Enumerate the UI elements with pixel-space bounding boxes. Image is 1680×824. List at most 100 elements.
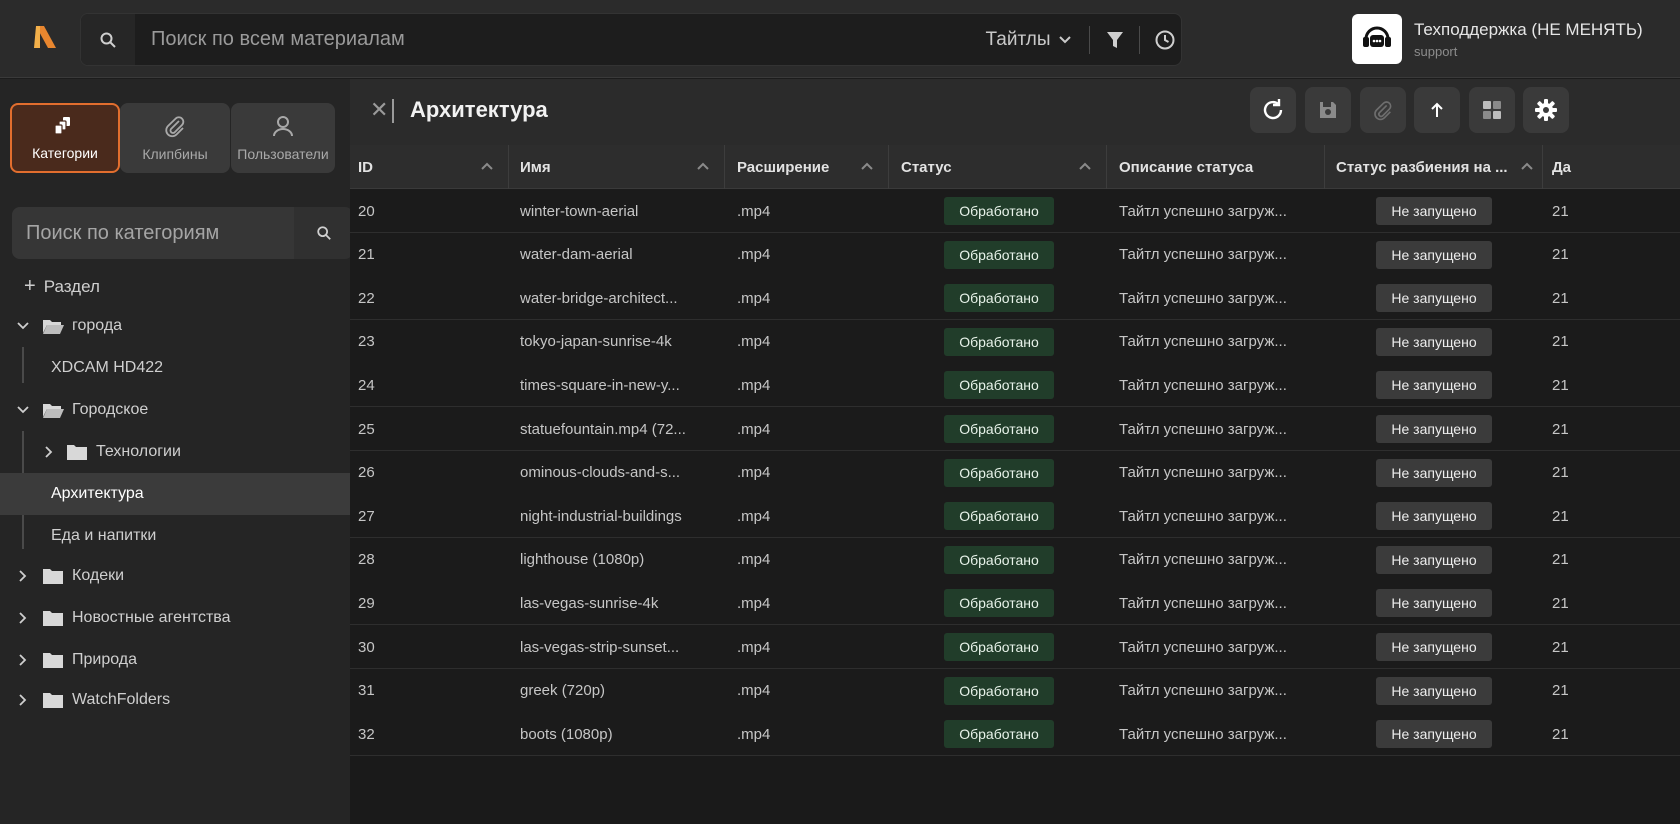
table-row[interactable]: 23 tokyo-japan-sunrise-4k .mp4 Тайтл успешн…	[350, 319, 1680, 364]
cell-status-description: Тайтл успешно загруж...	[1119, 333, 1287, 351]
column-header-extension[interactable]: Расширение	[724, 145, 888, 189]
cell-status-description: Тайтл успешно загруж...	[1119, 246, 1287, 264]
column-header-id[interactable]: ID	[350, 145, 508, 189]
tree-item[interactable]: города	[0, 305, 362, 347]
paperclip-icon	[165, 116, 185, 138]
column-header-name[interactable]: Имя	[508, 145, 724, 189]
chevron-right-icon[interactable]	[16, 653, 30, 667]
cell-extension: .mp4	[737, 376, 771, 394]
table-row[interactable]: 22 water-bridge-architect... .mp4 Тайтл усп…	[350, 276, 1680, 321]
history-clock-icon[interactable]	[1141, 14, 1181, 65]
tree-item-label: Технологии	[96, 443, 181, 460]
cell-date: 21	[1552, 507, 1569, 525]
status-badge: Обработано	[944, 240, 1054, 269]
column-header-date[interactable]: Да	[1542, 145, 1680, 189]
cell-name: las-vegas-sunrise-4k	[520, 594, 659, 612]
tree-item-label: Природа	[72, 651, 138, 668]
sort-chevron-icon[interactable]	[480, 161, 494, 171]
column-header-status[interactable]: Статус	[888, 145, 1106, 189]
global-search-input[interactable]	[151, 14, 1031, 65]
cell-extension: .mp4	[737, 333, 771, 351]
cell-extension: .mp4	[737, 638, 771, 656]
chevron-down-icon[interactable]	[16, 403, 30, 417]
table-row[interactable]: 31 greek (720p) .mp4 Тайтл успешно загруж..…	[350, 668, 1680, 713]
tree-item[interactable]: Новостные агентства	[0, 597, 362, 639]
save-button[interactable]	[1305, 87, 1351, 133]
tab-categories[interactable]: Категории	[10, 103, 120, 173]
sort-chevron-icon[interactable]	[1078, 161, 1092, 171]
tab-clipbins[interactable]: Клипбины	[120, 103, 230, 173]
table-row[interactable]: 26 ominous-clouds-and-s... .mp4 Тайтл успеш…	[350, 450, 1680, 495]
column-header-split-status[interactable]: Статус разбиения на ...	[1324, 145, 1542, 189]
chevron-right-icon[interactable]	[16, 693, 30, 707]
search-icon[interactable]	[81, 14, 135, 65]
cell-status-description: Тайтл успешно загруж...	[1119, 202, 1287, 220]
table-row[interactable]: 32 boots (1080p) .mp4 Тайтл успешно загруж.…	[350, 712, 1680, 757]
tree-item[interactable]: Архитектура	[0, 473, 364, 515]
split-status-badge: Не запущено	[1376, 371, 1492, 400]
table-row[interactable]: 21 water-dam-aerial .mp4 Тайтл успешно загр…	[350, 232, 1680, 277]
tree-item[interactable]: Природа	[0, 639, 362, 681]
tree-item[interactable]: Кодеки	[0, 555, 362, 597]
table-row[interactable]: 20 winter-town-aerial .mp4 Тайтл успешно за…	[350, 189, 1680, 233]
tab-users[interactable]: Пользователи	[231, 103, 335, 173]
folder-open-icon	[42, 401, 64, 419]
table-row[interactable]: 25 statuefountain.mp4 (72... .mp4 Тайтл усп…	[350, 407, 1680, 451]
table-row[interactable]: 29 las-vegas-sunrise-4k .mp4 Тайтл успешно …	[350, 581, 1680, 626]
cell-date: 21	[1552, 333, 1569, 351]
upload-button[interactable]	[1414, 87, 1460, 133]
tree-item-label: Городское	[72, 401, 149, 418]
cell-date: 21	[1552, 420, 1569, 438]
save-icon	[1320, 102, 1336, 118]
tree-item[interactable]: Еда и напитки	[0, 515, 362, 557]
sort-chevron-icon[interactable]	[860, 161, 874, 171]
sort-chevron-icon[interactable]	[696, 161, 710, 171]
chevron-right-icon[interactable]	[42, 445, 56, 459]
split-status-badge: Не запущено	[1376, 502, 1492, 531]
category-search-input[interactable]	[12, 207, 294, 259]
support-account[interactable]: Техподдержка (НЕ МЕНЯТЬ) support	[1352, 14, 1672, 66]
split-status-badge: Не запущено	[1376, 240, 1492, 269]
cell-extension: .mp4	[737, 507, 771, 525]
cell-id: 21	[358, 246, 375, 264]
status-badge: Обработано	[944, 415, 1054, 443]
user-icon	[273, 116, 293, 137]
table-row[interactable]: 28 lighthouse (1080p) .mp4 Тайтл успешно за…	[350, 537, 1680, 582]
column-header-label: Статус разбиения на ...	[1336, 158, 1508, 176]
search-scope-dropdown[interactable]: Тайтлы	[971, 14, 1087, 65]
settings-button[interactable]	[1523, 87, 1569, 133]
cell-extension: .mp4	[737, 725, 771, 743]
tree-item[interactable]: Технологии	[0, 431, 362, 473]
table-row[interactable]: 24 times-square-in-new-y... .mp4 Тайтл успе…	[350, 363, 1680, 408]
cell-id: 20	[358, 202, 375, 220]
grid-view-button[interactable]	[1469, 87, 1515, 133]
chevron-down-icon[interactable]	[16, 319, 30, 333]
column-header-label: Описание статуса	[1119, 158, 1254, 176]
refresh-button[interactable]	[1250, 87, 1296, 133]
split-status-badge: Не запущено	[1376, 284, 1492, 313]
attach-button[interactable]	[1360, 87, 1406, 133]
chevron-right-icon[interactable]	[16, 569, 30, 583]
cell-status-description: Тайтл успешно загруж...	[1119, 638, 1287, 656]
tree-item[interactable]: WatchFolders	[0, 679, 362, 721]
table-row[interactable]: 27 night-industrial-buildings .mp4 Тайтл ус…	[350, 494, 1680, 539]
cell-extension: .mp4	[737, 202, 771, 220]
chevron-right-icon[interactable]	[16, 611, 30, 625]
folder-icon	[42, 609, 64, 627]
column-header-label: Имя	[520, 158, 551, 176]
status-badge: Обработано	[944, 720, 1054, 749]
table-row[interactable]: 30 las-vegas-strip-sunset... .mp4 Тайтл усп…	[350, 625, 1680, 669]
close-icon[interactable]: ✕	[370, 97, 388, 123]
tree-item-label: WatchFolders	[72, 691, 171, 708]
add-section-button[interactable]: + Раздел	[24, 275, 100, 298]
column-header-status-description[interactable]: Описание статуса	[1106, 145, 1324, 189]
filter-icon[interactable]	[1091, 14, 1139, 65]
sort-chevron-icon[interactable]	[1520, 161, 1534, 171]
status-badge: Обработано	[944, 371, 1054, 400]
app-logo-icon[interactable]	[30, 22, 60, 52]
tree-item[interactable]: XDCAM HD422	[0, 347, 362, 389]
cell-id: 29	[358, 594, 375, 612]
search-icon[interactable]	[294, 207, 353, 259]
tree-item[interactable]: Городское	[0, 389, 362, 431]
cell-date: 21	[1552, 464, 1569, 482]
